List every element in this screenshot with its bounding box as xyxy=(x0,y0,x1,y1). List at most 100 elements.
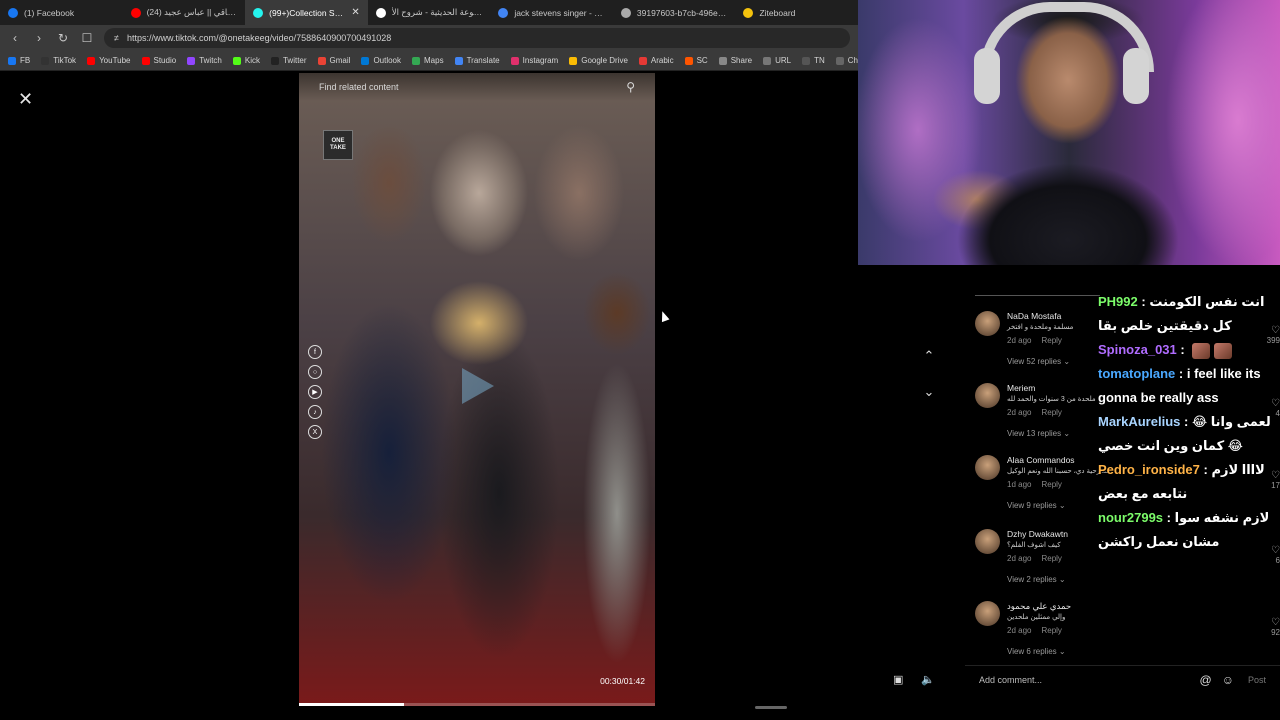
browser-tab[interactable]: Ziteboard xyxy=(735,0,858,25)
view-replies-button[interactable]: View 52 replies ⌄ xyxy=(1007,357,1070,366)
divider xyxy=(975,295,1100,296)
browser-tab[interactable]: (99+)Collection Stream ✕ xyxy=(245,0,368,25)
tab-favicon-icon xyxy=(743,7,754,18)
back-icon[interactable]: ‹ xyxy=(8,31,22,45)
add-comment-bar[interactable]: Add comment... @ ☺ Post xyxy=(965,665,1280,693)
browser-tab[interactable]: jack stevens singer - Google xyxy=(490,0,613,25)
chevron-down-icon: ⌄ xyxy=(1063,357,1071,366)
next-video-icon[interactable]: ⌄ xyxy=(920,384,938,402)
reply-button[interactable]: Reply xyxy=(1041,408,1061,417)
youtube-icon[interactable]: ▶ xyxy=(308,385,322,399)
bookmark-icon xyxy=(361,56,370,65)
avatar[interactable] xyxy=(975,529,1000,554)
bookmark-icon xyxy=(835,56,844,65)
tiktok-icon[interactable]: ♪ xyxy=(308,405,322,419)
avatar[interactable] xyxy=(975,383,1000,408)
bookmark-item[interactable]: TN xyxy=(802,56,825,65)
comment-author[interactable]: حمدي علي محمود xyxy=(1007,601,1071,612)
view-replies-label: View 52 replies xyxy=(1007,357,1062,366)
bookmark-item[interactable]: Ch xyxy=(835,56,858,65)
bookmark-item[interactable]: Share xyxy=(718,56,752,65)
view-replies-button[interactable]: View 2 replies ⌄ xyxy=(1007,575,1066,584)
bookmark-item[interactable]: Instagram xyxy=(510,56,558,65)
tab-strip: (1) Facebook (24) اجمل ساقي || عباس عجيد (… xyxy=(0,0,858,25)
view-replies-button[interactable]: View 6 replies ⌄ xyxy=(1007,647,1066,656)
bookmark-icon xyxy=(638,56,647,65)
comment-age: 1d ago xyxy=(1007,480,1032,489)
bookmark-item[interactable]: FB xyxy=(8,56,30,65)
bookmark-item[interactable]: Kick xyxy=(232,56,260,65)
reply-button[interactable]: Reply xyxy=(1041,336,1061,345)
bookmark-item[interactable]: TikTok xyxy=(41,56,76,65)
bookmark-item[interactable]: Maps xyxy=(412,56,444,65)
chevron-down-icon: ⌄ xyxy=(1058,575,1066,584)
bookmark-item[interactable]: Outlook xyxy=(361,56,401,65)
facebook-icon[interactable]: f xyxy=(308,345,322,359)
add-comment-input[interactable]: Add comment... xyxy=(979,675,1042,685)
reply-button[interactable]: Reply xyxy=(1041,626,1061,635)
volume-icon[interactable]: 🔈 xyxy=(921,673,935,686)
bookmark-label: Outlook xyxy=(373,56,402,65)
mention-icon[interactable]: @ xyxy=(1200,673,1212,687)
bookmark-icon xyxy=(270,56,279,65)
comment-author[interactable]: NaDa Mostafa xyxy=(1007,311,1061,321)
reply-button[interactable]: Reply xyxy=(1041,480,1061,489)
horizontal-scrollbar[interactable] xyxy=(755,706,787,709)
close-icon[interactable]: ✕ xyxy=(18,89,33,110)
bookmark-icon[interactable]: ☐ xyxy=(80,31,94,45)
like-counter[interactable]: ♡ 92 xyxy=(1262,617,1280,637)
comment-author[interactable]: Meriem xyxy=(1007,383,1035,393)
avatar[interactable] xyxy=(975,601,1000,626)
view-replies-label: View 2 replies xyxy=(1007,575,1057,584)
instagram-icon[interactable]: ○ xyxy=(308,365,322,379)
emoji-icon[interactable]: ☺ xyxy=(1222,673,1234,687)
forward-icon[interactable]: › xyxy=(32,31,46,45)
view-replies-button[interactable]: View 9 replies ⌄ xyxy=(1007,501,1066,510)
bookmark-icon xyxy=(141,56,150,65)
picture-in-picture-icon[interactable]: ▣ xyxy=(893,673,903,686)
bookmark-item[interactable]: Translate xyxy=(454,56,500,65)
bookmark-item[interactable]: SC xyxy=(684,56,708,65)
address-bar[interactable]: ≠ https://www.tiktok.com/@onetakeeg/vide… xyxy=(104,28,850,48)
post-button[interactable]: Post xyxy=(1248,675,1266,685)
avatar[interactable] xyxy=(975,455,1000,480)
browser-tab[interactable]: الموسوعة الحديثية - شروح الأ xyxy=(368,0,491,25)
bookmark-item[interactable]: Twitter xyxy=(270,56,307,65)
browser-tab[interactable]: (1) Facebook xyxy=(0,0,123,25)
avatar[interactable] xyxy=(975,311,1000,336)
reply-button[interactable]: Reply xyxy=(1041,554,1061,563)
bookmark-item[interactable]: YouTube xyxy=(87,56,131,65)
bookmark-label: Translate xyxy=(466,56,500,65)
bookmark-item[interactable]: Google Drive xyxy=(569,56,628,65)
site-info-icon[interactable]: ≠ xyxy=(114,33,119,43)
bookmark-item[interactable]: Gmail xyxy=(317,56,350,65)
bookmark-icon xyxy=(87,56,96,65)
bookmark-icon xyxy=(232,56,241,65)
view-replies-button[interactable]: View 13 replies ⌄ xyxy=(1007,429,1070,438)
bookmark-item[interactable]: URL xyxy=(763,56,791,65)
video-progress-bar[interactable] xyxy=(299,703,655,706)
play-icon[interactable] xyxy=(462,368,494,404)
comment-text: مسرحية دي، حسبنا الله ونعم الوكيل xyxy=(1007,468,1111,475)
heart-icon[interactable]: ♡ xyxy=(1262,617,1280,628)
bookmark-item[interactable]: Twitch xyxy=(187,56,222,65)
bookmark-item[interactable]: Arabic xyxy=(638,56,674,65)
bookmark-icon xyxy=(569,56,578,65)
video-player[interactable]: Find related content ⚲ ONE TAKE f ○ ▶ ♪ … xyxy=(299,73,655,706)
comment-author[interactable]: Dzhy Dwakawtn xyxy=(1007,529,1068,539)
browser-tab[interactable]: 39197603-b7cb-496e-8b98- xyxy=(613,0,736,25)
bookmark-icon xyxy=(317,56,326,65)
related-search-bar[interactable]: Find related content ⚲ xyxy=(299,73,655,101)
tiktok-video-page: ✕ Find related content ⚲ ONE TAKE f ○ ▶ … xyxy=(0,71,858,720)
tab-favicon-icon xyxy=(620,7,631,18)
x-icon[interactable]: X xyxy=(308,425,322,439)
tab-close-icon[interactable]: ✕ xyxy=(351,7,359,18)
bookmark-label: Google Drive xyxy=(581,56,628,65)
search-icon[interactable]: ⚲ xyxy=(626,80,635,94)
comment-author[interactable]: Alaa Commandos xyxy=(1007,455,1075,465)
reload-icon[interactable]: ↻ xyxy=(56,31,70,45)
chat-username: Pedro_ironside7 xyxy=(1098,462,1200,477)
browser-tab[interactable]: (24) اجمل ساقي || عباس عجيد xyxy=(123,0,246,25)
bookmark-item[interactable]: Studio xyxy=(141,56,176,65)
previous-video-icon[interactable]: ⌃ xyxy=(920,348,938,366)
